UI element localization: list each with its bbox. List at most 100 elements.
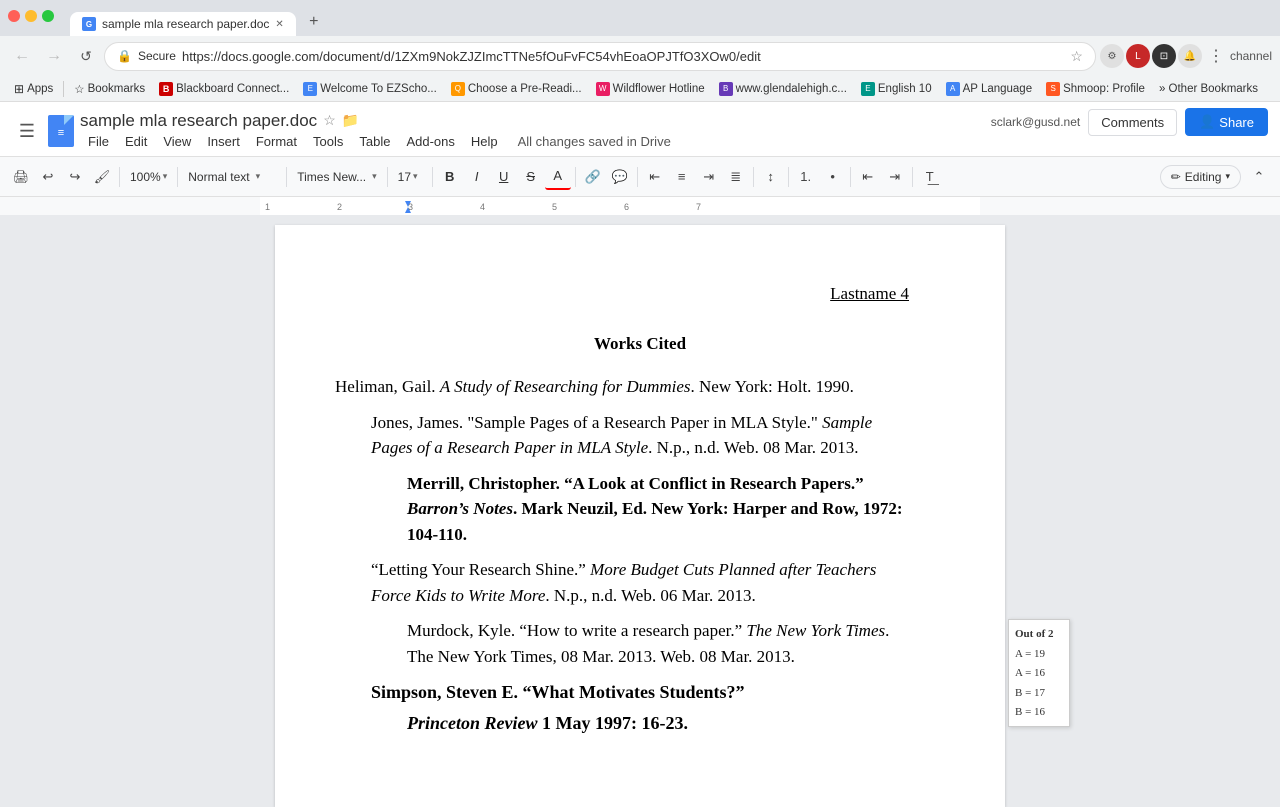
citation-7: Princeton Review 1 May 1997: 16-23. [371,710,909,737]
secure-icon: 🔒 [117,49,132,63]
reload-button[interactable]: ↺ [72,42,100,70]
comment-button[interactable]: 💬 [607,164,633,190]
close-window-btn[interactable] [8,10,20,22]
star-icon: ☆ [74,82,84,96]
paint-format-button[interactable]: 🖌 [89,164,115,190]
font-dropdown[interactable]: Times New... ▾ [291,164,382,190]
decrease-indent-button[interactable]: ⇤ [855,164,881,190]
bookmark-bookmarks[interactable]: ☆ Bookmarks [68,80,151,98]
font-size-value: 17 [398,170,411,184]
chrome-menu-icon[interactable]: ⋮ [1208,46,1224,66]
align-justify-button[interactable]: ≣ [723,164,749,190]
extensions-area: ⚙ L ⊡ 🔔 ⋮ channel [1100,44,1272,68]
comments-button[interactable]: Comments [1088,109,1177,136]
svg-text:3: 3 [408,202,413,212]
menu-format[interactable]: Format [248,131,305,152]
star-icon[interactable]: ☆ [323,112,336,129]
undo-button[interactable]: ↩ [35,164,61,190]
menu-addons[interactable]: Add-ons [398,131,462,152]
bookmarks-bar: ⊞ Apps ☆ Bookmarks B Blackboard Connect.… [0,76,1280,102]
style-dropdown[interactable]: Normal text ▾ [182,164,282,190]
new-tab-button[interactable]: + [300,8,328,36]
bookmark-english10[interactable]: E English 10 [855,80,938,98]
saved-status: All changes saved in Drive [510,131,679,152]
numbered-list-button[interactable]: 1. [793,164,819,190]
extension-btn-3[interactable]: ⊡ [1152,44,1176,68]
apps-label: Apps [27,83,53,95]
bookmark-wildflower[interactable]: W Wildflower Hotline [590,80,711,98]
font-size-dropdown[interactable]: 17 ▾ [392,164,428,190]
docs-menu-icon[interactable]: ☰ [12,116,42,146]
align-left-button[interactable]: ⇤ [642,164,668,190]
share-icon: 👤 [1199,114,1215,130]
docs-logo: ≡ [48,115,74,147]
tab-close-icon[interactable]: ✕ [275,19,283,30]
extension-btn-2[interactable]: L [1126,44,1150,68]
bookmark-separator [63,81,64,97]
doc-scroll-area[interactable]: Lastname 4 Works Cited Heliman, Gail. A … [0,197,1280,807]
share-button[interactable]: 👤 Share [1185,108,1268,136]
docs-title[interactable]: sample mla research paper.doc [80,111,317,131]
secure-label: Secure [138,49,176,63]
tab-favicon: G [82,17,96,31]
redo-button[interactable]: ↪ [62,164,88,190]
collapse-toolbar-button[interactable]: ⌃ [1246,164,1272,190]
score-title: Out of 2 [1015,626,1063,643]
user-profile[interactable]: channel [1230,49,1272,63]
bookmark-blackboard[interactable]: B Blackboard Connect... [153,80,295,98]
forward-button[interactable]: → [40,42,68,70]
menu-tools[interactable]: Tools [305,131,351,152]
menu-view[interactable]: View [155,131,199,152]
citation-1: Heliman, Gail. A Study of Researching fo… [371,374,909,400]
line-spacing-button[interactable]: ↕ [758,164,784,190]
apps-icon: ⊞ [14,82,24,96]
bookmark-other[interactable]: » Other Bookmarks [1153,81,1264,97]
align-center-button[interactable]: ≡ [669,164,695,190]
active-tab[interactable]: G sample mla research paper.doc ✕ [70,12,296,36]
english10-icon: E [861,82,875,96]
zoom-dropdown[interactable]: 100% ▾ [124,164,173,190]
menu-insert[interactable]: Insert [199,131,248,152]
address-bar[interactable]: 🔒 Secure https://docs.google.com/documen… [104,42,1096,71]
bookmark-ezschool[interactable]: E Welcome To EZScho... [297,80,443,98]
maximize-window-btn[interactable] [42,10,54,22]
link-button[interactable]: 🔗 [580,164,606,190]
toolbar-separator-1 [119,167,120,187]
bookmark-aplang[interactable]: A AP Language [940,80,1039,98]
folder-icon[interactable]: 📁 [342,112,359,129]
print-button[interactable]: 🖨 [8,164,34,190]
toolbar-separator-5 [432,167,433,187]
extension-btn-1[interactable]: ⚙ [1100,44,1124,68]
bookmark-glendale[interactable]: B www.glendalehigh.c... [713,80,853,98]
underline-button[interactable]: U [491,164,517,190]
bookmark-apps[interactable]: ⊞ Apps [8,80,59,98]
extension-btn-4[interactable]: 🔔 [1178,44,1202,68]
svg-text:7: 7 [696,202,701,212]
svg-text:6: 6 [624,202,629,212]
bookmark-prereading[interactable]: Q Choose a Pre-Readi... [445,80,588,98]
menu-file[interactable]: File [80,131,117,152]
menu-table[interactable]: Table [351,131,398,152]
align-right-button[interactable]: ⇥ [696,164,722,190]
score-b1: B = 17 [1015,685,1063,702]
docs-toolbar: 🖨 ↩ ↪ 🖌 100% ▾ Normal text ▾ Times New..… [0,157,1280,197]
editing-mode-dropdown[interactable]: ✏ Editing ▾ [1160,165,1241,189]
menu-help[interactable]: Help [463,131,506,152]
italic-button[interactable]: I [464,164,490,190]
bold-button[interactable]: B [437,164,463,190]
bookmark-shmoop[interactable]: S Shmoop: Profile [1040,80,1151,98]
user-email: sclark@gusd.net [991,115,1081,129]
score-panel: Out of 2 A = 19 A = 16 B = 17 B = 16 [1008,619,1070,728]
increase-indent-button[interactable]: ⇥ [882,164,908,190]
bullet-list-button[interactable]: • [820,164,846,190]
clear-format-button[interactable]: T͟ [917,164,943,190]
shmoop-label: Shmoop: Profile [1063,83,1145,95]
text-color-button[interactable]: A [545,164,571,190]
minimize-window-btn[interactable] [25,10,37,22]
aplang-icon: A [946,82,960,96]
menu-edit[interactable]: Edit [117,131,155,152]
citation-4: “Letting Your Research Shine.” More Budg… [371,557,909,608]
strikethrough-button[interactable]: S [518,164,544,190]
bookmark-star-icon[interactable]: ☆ [1070,48,1083,65]
back-button[interactable]: ← [8,42,36,70]
